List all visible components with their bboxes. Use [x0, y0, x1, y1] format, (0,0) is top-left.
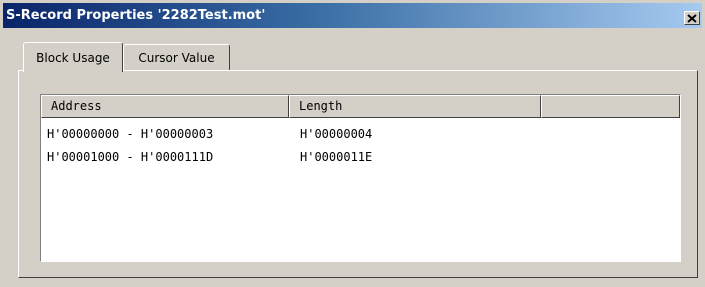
block-usage-list[interactable]: Address Length H'00000000 - H'00000003 H… — [40, 94, 681, 262]
close-icon — [687, 13, 697, 23]
table-row[interactable]: H'00000000 - H'00000003 H'00000004 — [41, 124, 680, 144]
title-bar[interactable]: S-Record Properties '2282Test.mot' — [3, 3, 702, 28]
column-header-address[interactable]: Address — [41, 95, 289, 118]
tab-block-usage[interactable]: Block Usage — [23, 42, 123, 72]
column-header-length[interactable]: Length — [289, 95, 541, 118]
table-row[interactable]: H'00001000 - H'0000111D H'0000011E — [41, 147, 680, 167]
address-cell: H'00001000 - H'0000111D — [47, 150, 214, 164]
s-record-properties-dialog: S-Record Properties '2282Test.mot' Block… — [0, 0, 705, 287]
list-header: Address Length — [41, 95, 680, 118]
length-cell: H'00000004 — [300, 127, 373, 141]
tab-cursor-value[interactable]: Cursor Value — [123, 44, 230, 70]
column-header-empty[interactable] — [541, 95, 680, 118]
window-title: S-Record Properties '2282Test.mot' — [6, 8, 266, 23]
close-button[interactable] — [684, 11, 700, 25]
length-cell: H'0000011E — [300, 150, 373, 164]
address-cell: H'00000000 - H'00000003 — [47, 127, 214, 141]
